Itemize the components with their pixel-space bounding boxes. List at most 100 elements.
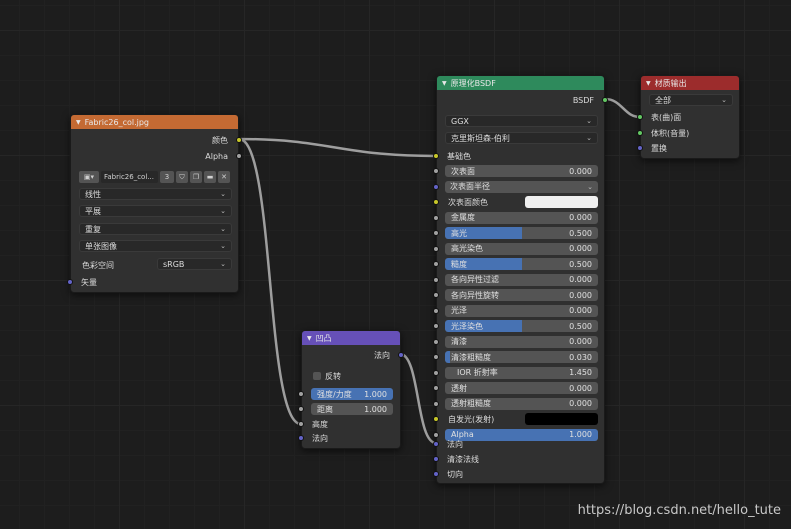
- subsurface-method-dropdown[interactable]: 克里斯坦森-伯利 ⌄: [445, 132, 598, 144]
- bsdf-slider[interactable]: 金属度 0.000: [445, 211, 598, 224]
- interpolation-dropdown[interactable]: 线性 ⌄: [79, 188, 232, 200]
- input-normal-label: 法向: [312, 434, 328, 443]
- input-displacement-label: 置换: [651, 144, 667, 153]
- strength-socket[interactable]: [298, 391, 304, 397]
- link-normal-to-normal: [399, 352, 437, 445]
- bsdf-input-socket[interactable]: [433, 292, 439, 298]
- output-color-socket[interactable]: [236, 137, 242, 143]
- extension-dropdown[interactable]: 重复 ⌄: [79, 223, 232, 235]
- bsdf-slider[interactable]: 清漆 0.000: [445, 335, 598, 348]
- bsdf-input-socket[interactable]: [433, 183, 439, 190]
- bsdf-input-socket[interactable]: [433, 385, 439, 391]
- invert-checkbox[interactable]: [313, 372, 321, 380]
- bsdf-input-socket[interactable]: [433, 214, 439, 221]
- base-color-socket[interactable]: [433, 153, 439, 159]
- image-texture-node[interactable]: ▼ Fabric26_col.jpg 颜色 Alpha ▣▾ Fabric26_…: [67, 114, 242, 293]
- material-output-node[interactable]: ▼ 材质输出 全部 ⌄ 表(曲)面 体积(音量) 置换: [637, 75, 740, 159]
- bsdf-input-socket[interactable]: [433, 276, 439, 283]
- chevron-down-icon: ⌄: [220, 242, 226, 250]
- bsdf-input-value: 0.500: [569, 321, 592, 331]
- bsdf-input-label: 次表面半径: [450, 182, 490, 191]
- bump-header[interactable]: ▼ 凹凸: [302, 331, 400, 345]
- bsdf-input-label: 透射粗糙度: [451, 399, 491, 408]
- distribution-dropdown[interactable]: GGX ⌄: [445, 115, 598, 127]
- bsdf-slider[interactable]: 各向异性旋转 0.000: [445, 289, 598, 301]
- input-normal-socket[interactable]: [433, 441, 439, 447]
- bsdf-input-label: 次表面颜色: [448, 198, 488, 207]
- link-bsdf-to-surface: [604, 97, 641, 119]
- bsdf-slider[interactable]: 各向异性过滤 0.000: [445, 273, 598, 286]
- bsdf-input-socket[interactable]: [433, 323, 439, 329]
- color-swatch[interactable]: [525, 413, 598, 425]
- input-surface-socket[interactable]: [637, 114, 643, 120]
- bsdf-dropdown-field[interactable]: 次表面半径 ⌄: [445, 180, 598, 193]
- projection-dropdown[interactable]: 平展 ⌄: [79, 205, 232, 217]
- bsdf-input-socket[interactable]: [433, 354, 439, 360]
- output-header[interactable]: ▼ 材质输出: [641, 76, 739, 90]
- input-vector-socket[interactable]: [67, 279, 73, 285]
- output-alpha-label: Alpha: [205, 152, 228, 161]
- principled-bsdf-node[interactable]: ▼ 原理化BSDF BSDF GGX ⌄ 克里斯坦森-伯利 ⌄ 基础色 次表面 0.0…: [433, 75, 608, 484]
- bsdf-slider[interactable]: 光泽染色 0.500: [445, 320, 598, 332]
- bsdf-input-socket[interactable]: [433, 261, 439, 267]
- bsdf-slider[interactable]: IOR 折射率 1.450: [445, 366, 598, 379]
- image-name-field[interactable]: Fabric26_col...: [101, 171, 158, 183]
- bsdf-input-label: 各向异性过滤: [451, 275, 499, 284]
- bsdf-slider[interactable]: 透射 0.000: [445, 382, 598, 394]
- bsdf-input-socket[interactable]: [433, 307, 439, 314]
- bsdf-input-socket[interactable]: [433, 338, 439, 345]
- image-browse-button[interactable]: ▣▾: [79, 171, 99, 183]
- input-volume-socket[interactable]: [637, 130, 643, 136]
- duplicate-icon[interactable]: ❐: [190, 171, 202, 183]
- source-dropdown[interactable]: 单张图像 ⌄: [79, 240, 232, 252]
- bsdf-input-socket[interactable]: [433, 369, 439, 376]
- bsdf-input-value: 0.000: [569, 290, 592, 300]
- output-normal-socket[interactable]: [398, 352, 404, 358]
- collapse-icon[interactable]: ▼: [442, 80, 447, 87]
- bsdf-input-value: 0.500: [569, 259, 592, 269]
- image-texture-header[interactable]: ▼ Fabric26_col.jpg: [71, 115, 238, 129]
- chevron-down-icon: ⌄: [220, 190, 226, 198]
- input-tangent-socket[interactable]: [433, 471, 439, 477]
- strength-slider[interactable]: 强度/力度 1.000: [311, 388, 393, 400]
- target-dropdown[interactable]: 全部 ⌄: [649, 94, 733, 106]
- chevron-down-icon: ⌄: [220, 207, 226, 215]
- input-displacement-socket[interactable]: [637, 145, 643, 151]
- bsdf-input-socket[interactable]: [433, 416, 439, 422]
- colorspace-dropdown[interactable]: sRGB ⌄: [157, 258, 232, 270]
- bsdf-input-socket[interactable]: [433, 245, 439, 252]
- bsdf-slider[interactable]: 清漆粗糙度 0.030: [445, 351, 598, 363]
- bsdf-slider[interactable]: 光泽 0.000: [445, 304, 598, 317]
- bsdf-slider[interactable]: 高光染色 0.000: [445, 242, 598, 255]
- bsdf-header[interactable]: ▼ 原理化BSDF: [437, 76, 604, 90]
- bump-node[interactable]: ▼ 凹凸 法向 反转 强度/力度 1.000 距离 1.000 高度 法向: [298, 330, 404, 449]
- folder-icon[interactable]: ▬: [204, 171, 216, 183]
- bsdf-input-socket[interactable]: [433, 199, 439, 205]
- bsdf-input-label: 自发光(发射): [448, 415, 495, 424]
- bsdf-input-label: 金属度: [451, 213, 475, 222]
- shield-icon[interactable]: ⛉: [176, 171, 188, 183]
- input-height-socket[interactable]: [298, 421, 304, 427]
- input-height-label: 高度: [312, 420, 328, 429]
- bsdf-input-socket[interactable]: [433, 400, 439, 407]
- collapse-icon[interactable]: ▼: [76, 119, 81, 126]
- distance-socket[interactable]: [298, 406, 304, 412]
- bsdf-slider[interactable]: 透射粗糙度 0.000: [445, 397, 598, 410]
- input-normal-socket[interactable]: [298, 435, 304, 441]
- collapse-icon[interactable]: ▼: [646, 80, 651, 87]
- input-surface-label: 表(曲)面: [651, 113, 682, 122]
- input-volume-label: 体积(音量): [651, 129, 690, 138]
- collapse-icon[interactable]: ▼: [307, 335, 312, 342]
- bsdf-slider[interactable]: 糙度 0.500: [445, 258, 598, 270]
- output-alpha-socket[interactable]: [236, 153, 242, 159]
- bsdf-input-socket[interactable]: [433, 230, 439, 236]
- invert-label: 反转: [325, 372, 341, 381]
- color-swatch[interactable]: [525, 196, 598, 208]
- close-icon[interactable]: ✕: [218, 171, 230, 183]
- output-bsdf-socket[interactable]: [602, 97, 608, 103]
- bsdf-slider[interactable]: 次表面 0.000: [445, 165, 598, 177]
- bsdf-slider[interactable]: 高光 0.500: [445, 227, 598, 239]
- distance-field[interactable]: 距离 1.000: [311, 403, 393, 415]
- input-clearcoat-normal-socket[interactable]: [433, 456, 439, 462]
- bsdf-input-socket[interactable]: [433, 168, 439, 174]
